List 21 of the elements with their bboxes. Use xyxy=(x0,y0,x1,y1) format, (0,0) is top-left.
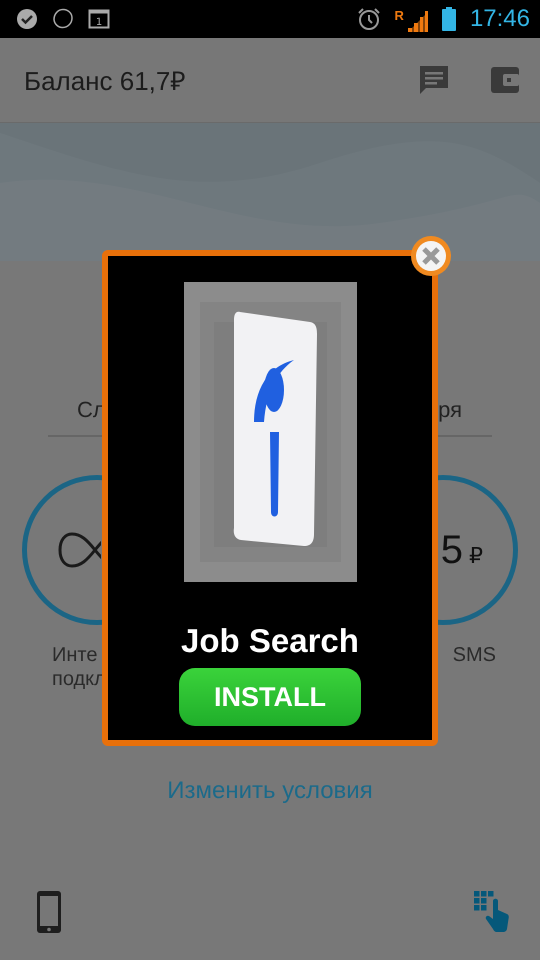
message-icon[interactable] xyxy=(418,64,450,96)
app-title: Job Search xyxy=(181,622,359,660)
price-value: 5 xyxy=(440,528,463,572)
tariff-text: ря xyxy=(438,397,462,423)
battery-icon xyxy=(442,7,456,31)
infinity-icon xyxy=(57,530,101,570)
change-terms-link[interactable]: Изменить условия xyxy=(167,777,373,805)
close-icon[interactable] xyxy=(409,234,453,278)
balance-title: Баланс 61,7₽ xyxy=(24,65,186,98)
clock-time: 17:46 xyxy=(470,5,530,33)
check-circle-icon xyxy=(16,8,38,30)
currency-sign: ₽ xyxy=(469,544,483,568)
circle-label: SMS xyxy=(452,643,496,667)
install-button[interactable]: INSTALL xyxy=(179,668,361,726)
circle-label: Инте xyxy=(52,643,98,667)
phone-icon[interactable] xyxy=(36,890,62,934)
alarm-clock-icon xyxy=(356,7,381,31)
calendar-icon: 1 xyxy=(88,8,110,30)
wallet-icon[interactable] xyxy=(490,65,520,95)
keypad-hand-icon[interactable] xyxy=(474,891,510,933)
roaming-indicator: R xyxy=(394,8,404,23)
